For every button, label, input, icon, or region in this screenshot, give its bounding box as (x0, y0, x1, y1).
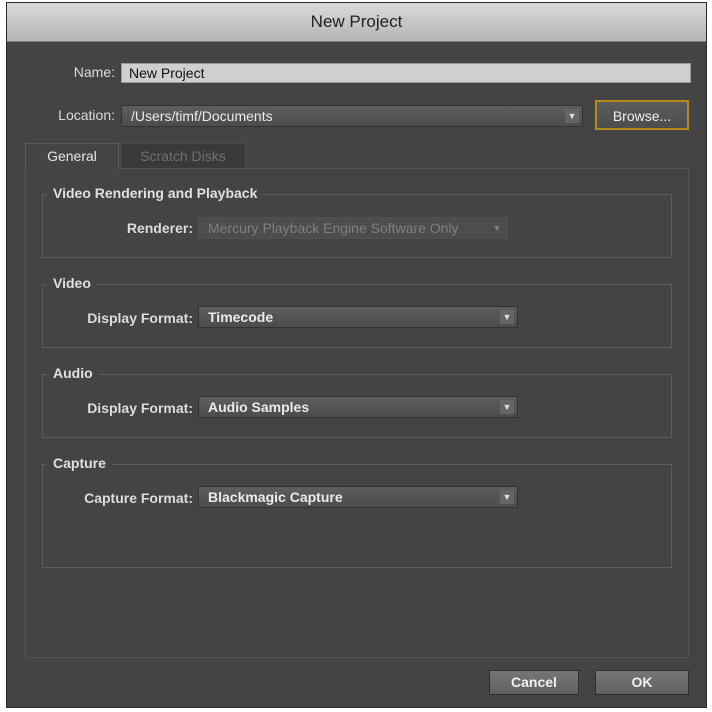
capture-format-label: Capture Format: (84, 490, 193, 506)
chevron-down-icon: ▼ (565, 109, 579, 123)
video-display-format-dropdown[interactable]: Timecode ▼ (198, 306, 518, 328)
renderer-dropdown[interactable]: Mercury Playback Engine Software Only ▼ (198, 217, 508, 239)
browse-button[interactable]: Browse... (595, 100, 689, 130)
audio-display-format-value: Audio Samples (208, 399, 310, 415)
renderer-label: Renderer: (126, 220, 193, 236)
project-name-input[interactable]: New Project (121, 63, 691, 83)
chevron-down-icon: ▼ (500, 310, 514, 324)
video-display-format-label: Display Format: (87, 310, 193, 326)
location-label: Location: (58, 107, 115, 123)
name-label: Name: (73, 64, 115, 80)
capture-title: Capture (47, 455, 112, 471)
audio-title: Audio (47, 365, 99, 381)
location-value: /Users/timf/Documents (131, 108, 273, 124)
location-dropdown[interactable]: /Users/timf/Documents ▼ (121, 105, 583, 127)
chevron-down-icon: ▼ (490, 221, 504, 235)
video-rendering-group: Video Rendering and Playback Renderer: M… (42, 185, 672, 258)
video-group: Video Display Format: Timecode ▼ (42, 275, 672, 348)
audio-display-format-dropdown[interactable]: Audio Samples ▼ (198, 396, 518, 418)
video-display-format-value: Timecode (208, 309, 274, 325)
cancel-button[interactable]: Cancel (489, 670, 579, 695)
chevron-down-icon: ▼ (500, 400, 514, 414)
general-tab-panel: Video Rendering and Playback Renderer: M… (25, 168, 689, 658)
audio-group: Audio Display Format: Audio Samples ▼ (42, 365, 672, 438)
capture-format-value: Blackmagic Capture (208, 489, 343, 505)
video-title: Video (47, 275, 97, 291)
capture-group: Capture Capture Format: Blackmagic Captu… (42, 455, 672, 568)
video-rendering-title: Video Rendering and Playback (47, 185, 264, 201)
capture-format-dropdown[interactable]: Blackmagic Capture ▼ (198, 486, 518, 508)
audio-display-format-label: Display Format: (87, 400, 193, 416)
window-title: New Project (7, 3, 706, 42)
tab-general[interactable]: General (25, 143, 119, 169)
chevron-down-icon: ▼ (500, 490, 514, 504)
tab-scratch-disks[interactable]: Scratch Disks (120, 143, 246, 169)
ok-button[interactable]: OK (595, 670, 689, 695)
renderer-value: Mercury Playback Engine Software Only (208, 220, 459, 236)
new-project-dialog: New Project Name: New Project Location: … (6, 2, 707, 708)
